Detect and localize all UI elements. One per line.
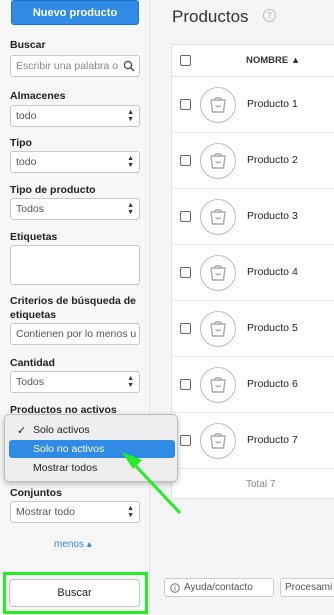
row-checkbox[interactable] (180, 435, 191, 446)
product-name[interactable]: Producto 7 (247, 434, 298, 446)
option-label: Solo activos (33, 424, 90, 436)
row-checkbox[interactable] (180, 267, 191, 278)
product-name[interactable]: Producto 2 (247, 154, 298, 166)
search-input[interactable]: Escribir una palabra o (10, 55, 140, 77)
product-name[interactable]: Producto 5 (247, 322, 298, 334)
select-arrows-icon: ▲ ▼ (127, 505, 134, 519)
search-label: Buscar (10, 39, 46, 51)
option-mostrar-todos[interactable]: Mostrar todos (9, 459, 175, 477)
conjuntos-select[interactable]: Mostrar todo ▲ ▼ (10, 501, 140, 523)
table-row[interactable]: Producto 7 (172, 413, 334, 469)
etiquetas-input[interactable] (10, 245, 140, 285)
table-row[interactable]: Producto 5 (172, 301, 334, 357)
almacenes-label: Almacenes (10, 90, 66, 102)
product-name[interactable]: Producto 1 (247, 98, 298, 110)
criterios-select[interactable]: Contienen por lo menos u (10, 323, 140, 345)
basket-icon (210, 153, 226, 169)
conjuntos-value: Mostrar todo (16, 506, 75, 518)
new-product-button[interactable]: Nuevo producto (11, 0, 139, 25)
cantidad-select[interactable]: Todos ▲ ▼ (10, 371, 140, 393)
select-arrows-icon: ▲ ▼ (127, 109, 134, 123)
help-contact-button[interactable]: Ayuda/contacto (164, 578, 274, 597)
product-name[interactable]: Producto 3 (247, 210, 298, 222)
tipo-producto-label: Tipo de producto (10, 184, 96, 196)
cantidad-value: Todos (16, 376, 45, 388)
row-checkbox[interactable] (180, 99, 191, 110)
cantidad-label: Cantidad (10, 357, 55, 369)
table-header: NOMBRE ▲ (172, 45, 334, 77)
product-image-placeholder (200, 311, 236, 347)
table-row[interactable]: Producto 1 (172, 77, 334, 133)
option-label: Solo no activos (33, 443, 105, 455)
filter-sidebar: Nuevo producto Buscar Escribir una palab… (0, 0, 150, 615)
option-solo-activos[interactable]: ✓ Solo activos (9, 421, 175, 439)
row-checkbox[interactable] (180, 323, 191, 334)
basket-icon (210, 209, 226, 225)
products-table: NOMBRE ▲ Producto 1 Producto 2 Producto 3 P… (171, 44, 334, 499)
table-row[interactable]: Producto 6 (172, 357, 334, 413)
row-checkbox[interactable] (180, 155, 191, 166)
tipo-label: Tipo (10, 137, 32, 149)
basket-icon (210, 433, 226, 449)
basket-icon (210, 97, 226, 113)
table-row[interactable]: Producto 4 (172, 245, 334, 301)
select-arrows-icon: ▲ ▼ (127, 155, 134, 169)
table-row[interactable]: Producto 2 (172, 133, 334, 189)
row-checkbox[interactable] (180, 379, 191, 390)
tipo-value: todo (16, 156, 37, 168)
criterios-value: Contienen por lo menos u (16, 328, 137, 340)
basket-icon (210, 377, 226, 393)
almacenes-select[interactable]: todo ▲ ▼ (10, 105, 140, 127)
tipo-producto-select[interactable]: Todos ▲ ▼ (10, 198, 140, 220)
conjuntos-label: Conjuntos (10, 487, 62, 499)
search-placeholder: Escribir una palabra o (16, 60, 119, 72)
procesamiento-button[interactable]: Procesami (280, 578, 334, 597)
tipo-select[interactable]: todo ▲ ▼ (10, 151, 140, 173)
table-row[interactable]: Producto 3 (172, 189, 334, 245)
product-image-placeholder (200, 423, 236, 459)
select-arrows-icon: ▲ ▼ (127, 375, 134, 389)
help-contact-label: Ayuda/contacto (184, 582, 253, 593)
product-image-placeholder (200, 199, 236, 235)
total-count: Total 7 (246, 479, 276, 490)
option-solo-no-activos[interactable]: Solo no activos (9, 440, 175, 458)
row-checkbox[interactable] (180, 211, 191, 222)
product-name[interactable]: Producto 4 (247, 266, 298, 278)
almacenes-value: todo (16, 110, 37, 122)
product-image-placeholder (200, 143, 236, 179)
basket-icon (210, 321, 226, 337)
info-icon (170, 582, 180, 593)
products-panel: Productos ? NOMBRE ▲ Producto 1 Producto … (151, 0, 334, 615)
product-image-placeholder (200, 87, 236, 123)
etiquetas-label: Etiquetas (10, 231, 58, 243)
basket-icon (210, 265, 226, 281)
select-arrows-icon: ▲ ▼ (127, 202, 134, 216)
tipo-producto-value: Todos (16, 203, 45, 215)
checkmark-icon: ✓ (17, 424, 27, 437)
product-image-placeholder (200, 255, 236, 291)
criterios-label: Criterios de búsqueda de etiquetas (10, 295, 137, 321)
page-title: Productos (172, 7, 249, 26)
select-all-checkbox[interactable] (180, 55, 191, 66)
menos-link[interactable]: menos ▴ (54, 539, 92, 550)
product-name[interactable]: Producto 6 (247, 378, 298, 390)
no-activos-dropdown: ✓ Solo activos Solo no activos Mostrar t… (4, 414, 178, 482)
product-image-placeholder (200, 367, 236, 403)
option-label: Mostrar todos (33, 462, 98, 474)
column-header-nombre[interactable]: NOMBRE ▲ (246, 55, 300, 66)
help-icon[interactable]: ? (263, 9, 276, 22)
highlight-box (3, 572, 148, 614)
search-icon[interactable] (123, 60, 135, 72)
bottom-bar: Ayuda/contacto Procesami (151, 576, 334, 615)
